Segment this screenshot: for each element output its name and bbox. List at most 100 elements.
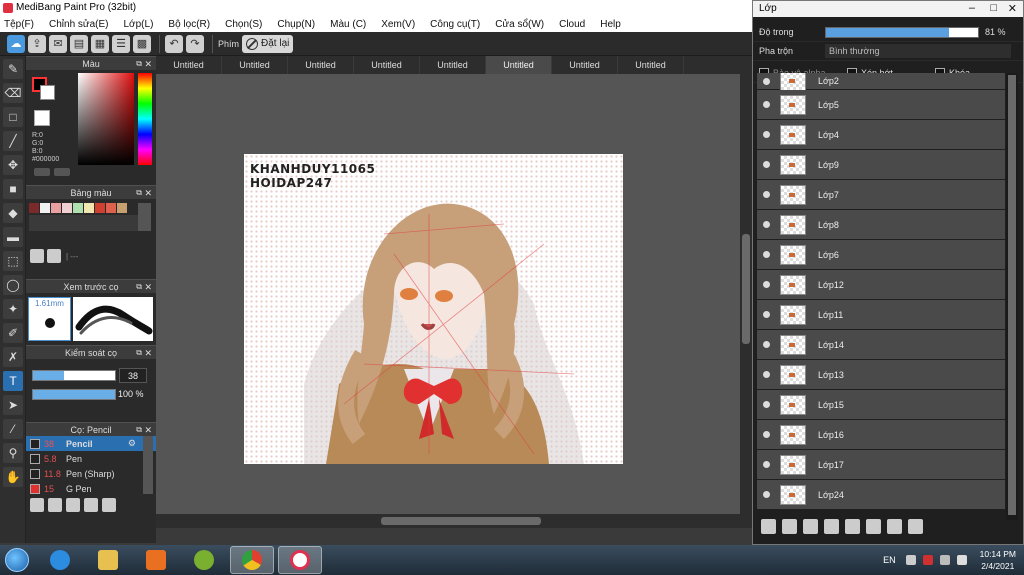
folder-icon[interactable] [48,498,62,512]
close-icon[interactable]: ✕ [144,280,152,294]
layer-row[interactable]: Lớp16 [757,420,1005,449]
undo-icon[interactable]: ↶ [165,34,183,53]
layer-row[interactable]: Lớp14 [757,330,1005,359]
select-eraser-icon[interactable]: ✗ [3,347,23,367]
gradient-tool-icon[interactable]: ▬ [3,227,23,247]
brush-item[interactable]: 11.8 Pen (Sharp) [26,466,156,481]
brush-list-scrollbar[interactable] [143,436,153,494]
palette-swatch[interactable] [117,203,127,213]
visibility-eye-icon[interactable] [763,491,770,498]
palette-scrollbar[interactable] [138,203,151,231]
minimize-icon[interactable]: – [969,2,975,14]
document-tab[interactable]: Untitled [156,56,222,74]
select-pen-icon[interactable]: ✐ [3,323,23,343]
pin-icon[interactable]: ⧉ [136,423,142,437]
visibility-eye-icon[interactable] [763,251,770,258]
rect-tool-icon[interactable]: ■ [3,179,23,199]
add-layer-dropdown-icon[interactable] [824,519,839,534]
menu-filter[interactable]: Bộ lọc(R) [168,19,210,30]
visibility-eye-icon[interactable] [763,281,770,288]
palette-swatch[interactable] [29,203,39,213]
taskbar-chrome[interactable] [230,546,274,574]
brush-tool-icon[interactable]: ✎ [3,59,23,79]
document-tab[interactable]: Untitled [552,56,618,74]
visibility-eye-icon[interactable] [763,431,770,438]
new-palette-icon[interactable] [30,249,44,263]
visibility-eye-icon[interactable] [763,461,770,468]
color-mode-button[interactable] [34,168,50,176]
magic-wand-icon[interactable]: ✦ [3,299,23,319]
menu-file[interactable]: Tệp(F) [4,19,34,30]
hue-slider[interactable] [138,73,152,165]
visibility-eye-icon[interactable] [763,77,770,85]
lasso-tool-icon[interactable]: ◯ [3,275,23,295]
reset-button[interactable]: Đặt lại [242,34,294,53]
share-icon[interactable]: ⇪ [28,34,46,53]
visibility-eye-icon[interactable] [763,341,770,348]
brush-opacity-slider[interactable] [32,389,116,400]
menu-edit[interactable]: Chỉnh sửa(E) [49,19,109,30]
hand-tool-icon[interactable]: ✋ [3,467,23,487]
layer-row[interactable]: Lớp9 [757,150,1005,179]
visibility-eye-icon[interactable] [763,311,770,318]
palette-swatch[interactable] [73,203,83,213]
close-icon[interactable]: ✕ [144,186,152,200]
brush-checkbox[interactable] [30,468,40,479]
document-icon[interactable]: ▦ [91,34,109,53]
horizontal-scrollbar[interactable] [156,514,752,528]
brush-item[interactable]: 5.8 Pen [26,451,156,466]
menu-color[interactable]: Màu (C) [330,19,366,30]
clock[interactable]: 10:14 PM 2/4/2021 [980,548,1016,572]
grid-icon[interactable]: ▩ [133,34,151,53]
menu-select[interactable]: Chọn(S) [225,19,262,30]
visibility-eye-icon[interactable] [763,191,770,198]
close-icon[interactable]: ✕ [144,346,152,360]
scroll-thumb[interactable] [742,234,750,344]
add-brush-icon[interactable] [30,498,44,512]
menu-cloud[interactable]: Cloud [559,19,585,30]
document-tab[interactable]: Untitled [222,56,288,74]
color-mode-button-2[interactable] [54,168,70,176]
gear-icon[interactable]: ⚙ [128,438,136,449]
copy-icon[interactable] [66,498,80,512]
pin-icon[interactable]: ⧉ [136,57,142,71]
visibility-eye-icon[interactable] [763,371,770,378]
taskbar-explorer[interactable] [86,546,130,574]
pin-icon[interactable]: ⧉ [136,186,142,200]
taskbar-app[interactable] [182,546,226,574]
brush-size-value[interactable]: 38 [119,368,147,383]
menu-view[interactable]: Xem(V) [381,19,415,30]
brush-checkbox[interactable] [30,438,40,449]
operation-tool-icon[interactable]: ➤ [3,395,23,415]
visibility-eye-icon[interactable] [763,401,770,408]
visibility-eye-icon[interactable] [763,221,770,228]
palette-swatch[interactable] [51,203,61,213]
layer-row[interactable]: Lớp13 [757,360,1005,389]
brush-checkbox[interactable] [30,453,40,464]
palette-swatch[interactable] [62,203,72,213]
layer-row[interactable]: Lớp4 [757,120,1005,149]
folder-icon[interactable] [845,519,860,534]
fill-tool-icon[interactable]: ◆ [3,203,23,223]
brush-item[interactable]: 38 Pencil ⚙ [26,436,156,451]
document-tab[interactable]: Untitled [288,56,354,74]
menu-window[interactable]: Cửa sổ(W) [495,19,544,30]
volume-icon[interactable] [956,555,967,565]
redo-icon[interactable]: ↷ [186,34,204,53]
text-tool-icon[interactable]: T [3,371,23,391]
document-tab[interactable]: Untitled [420,56,486,74]
palette-swatch[interactable] [106,203,116,213]
open-icon[interactable] [102,498,116,512]
layer-row[interactable]: Lớp11 [757,300,1005,329]
layer-list-scrollbar[interactable] [1006,73,1018,520]
close-icon[interactable]: ✕ [144,57,152,71]
palette-swatch[interactable] [40,203,50,213]
taskbar-medibang[interactable] [278,546,322,574]
maximize-icon[interactable]: □ [990,2,997,14]
scroll-thumb[interactable] [1008,75,1016,515]
brush-size-slider[interactable] [32,370,116,381]
layer-row[interactable]: Lớp12 [757,270,1005,299]
layer-row[interactable]: Lớp7 [757,180,1005,209]
palette-swatch[interactable] [84,203,94,213]
new-8bit-layer-icon[interactable] [803,519,818,534]
